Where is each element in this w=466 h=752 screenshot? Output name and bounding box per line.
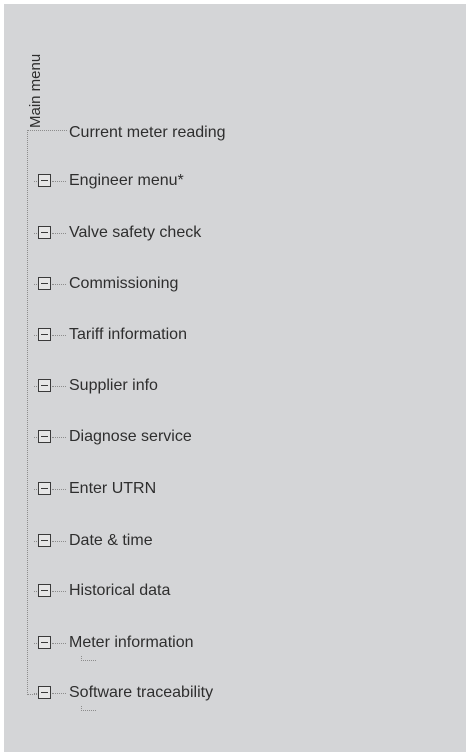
branch-tick	[34, 437, 37, 438]
branch-connector	[52, 284, 66, 285]
branch-tick	[34, 591, 37, 592]
menu-item-label: Tariff information	[69, 326, 187, 343]
menu-item-historical-data: Historical data	[4, 580, 464, 604]
branch-tick	[34, 386, 37, 387]
collapse-box-icon	[38, 328, 51, 341]
sub-branch-stub	[81, 656, 96, 661]
menu-item-label: Date & time	[69, 532, 153, 549]
menu-item-label: Supplier info	[69, 377, 158, 394]
collapse-box-icon	[38, 379, 51, 392]
branch-tick	[34, 693, 37, 694]
collapse-box-icon	[38, 482, 51, 495]
menu-item-valve-safety-check: Valve safety check	[4, 222, 464, 246]
collapse-box-icon	[38, 174, 51, 187]
menu-item-software-traceability: Software traceability	[4, 682, 464, 706]
branch-connector	[52, 386, 66, 387]
collapse-box-icon	[38, 686, 51, 699]
branch-tick	[34, 181, 37, 182]
menu-tree-diagram: Main menu Current meter reading Engineer…	[4, 4, 466, 752]
menu-item-label: Software traceability	[69, 684, 214, 701]
menu-item-date-time: Date & time	[4, 530, 464, 554]
branch-connector	[52, 437, 66, 438]
branch-tick	[34, 489, 37, 490]
collapse-box-icon	[38, 430, 51, 443]
menu-item-label: Historical data	[69, 582, 171, 599]
collapse-box-icon	[38, 534, 51, 547]
branch-connector	[52, 591, 66, 592]
branch-tick	[34, 541, 37, 542]
branch-connector	[52, 693, 66, 694]
branch-connector	[52, 335, 66, 336]
menu-item-enter-utrn: Enter UTRN	[4, 478, 464, 502]
menu-item-meter-information: Meter information	[4, 632, 464, 656]
collapse-box-icon	[38, 584, 51, 597]
branch-connector	[52, 489, 66, 490]
menu-item-engineer-menu: Engineer menu*	[4, 170, 464, 194]
tree-top-connector	[27, 130, 67, 131]
menu-item-label: Commissioning	[69, 275, 179, 292]
branch-connector	[52, 233, 66, 234]
menu-item-label: Diagnose service	[69, 428, 192, 445]
branch-tick	[34, 335, 37, 336]
tree-trunk-line	[27, 130, 28, 695]
menu-item-label: Enter UTRN	[69, 480, 157, 497]
collapse-box-icon	[38, 636, 51, 649]
sub-branch-stub	[81, 706, 96, 711]
menu-item-commissioning: Commissioning	[4, 273, 464, 297]
collapse-box-icon	[38, 226, 51, 239]
menu-item-label: Meter information	[69, 634, 194, 651]
branch-connector	[52, 181, 66, 182]
main-menu-label: Main menu	[27, 53, 44, 128]
menu-item-diagnose-service: Diagnose service	[4, 426, 464, 450]
branch-tick	[34, 233, 37, 234]
menu-item-label: Valve safety check	[69, 224, 202, 241]
branch-connector	[52, 541, 66, 542]
branch-tick	[34, 643, 37, 644]
menu-item-supplier-info: Supplier info	[4, 375, 464, 399]
menu-item-tariff-information: Tariff information	[4, 324, 464, 348]
branch-connector	[52, 643, 66, 644]
menu-item-label: Engineer menu*	[69, 172, 184, 189]
branch-tick	[34, 284, 37, 285]
current-meter-reading-label: Current meter reading	[69, 124, 226, 141]
collapse-box-icon	[38, 277, 51, 290]
